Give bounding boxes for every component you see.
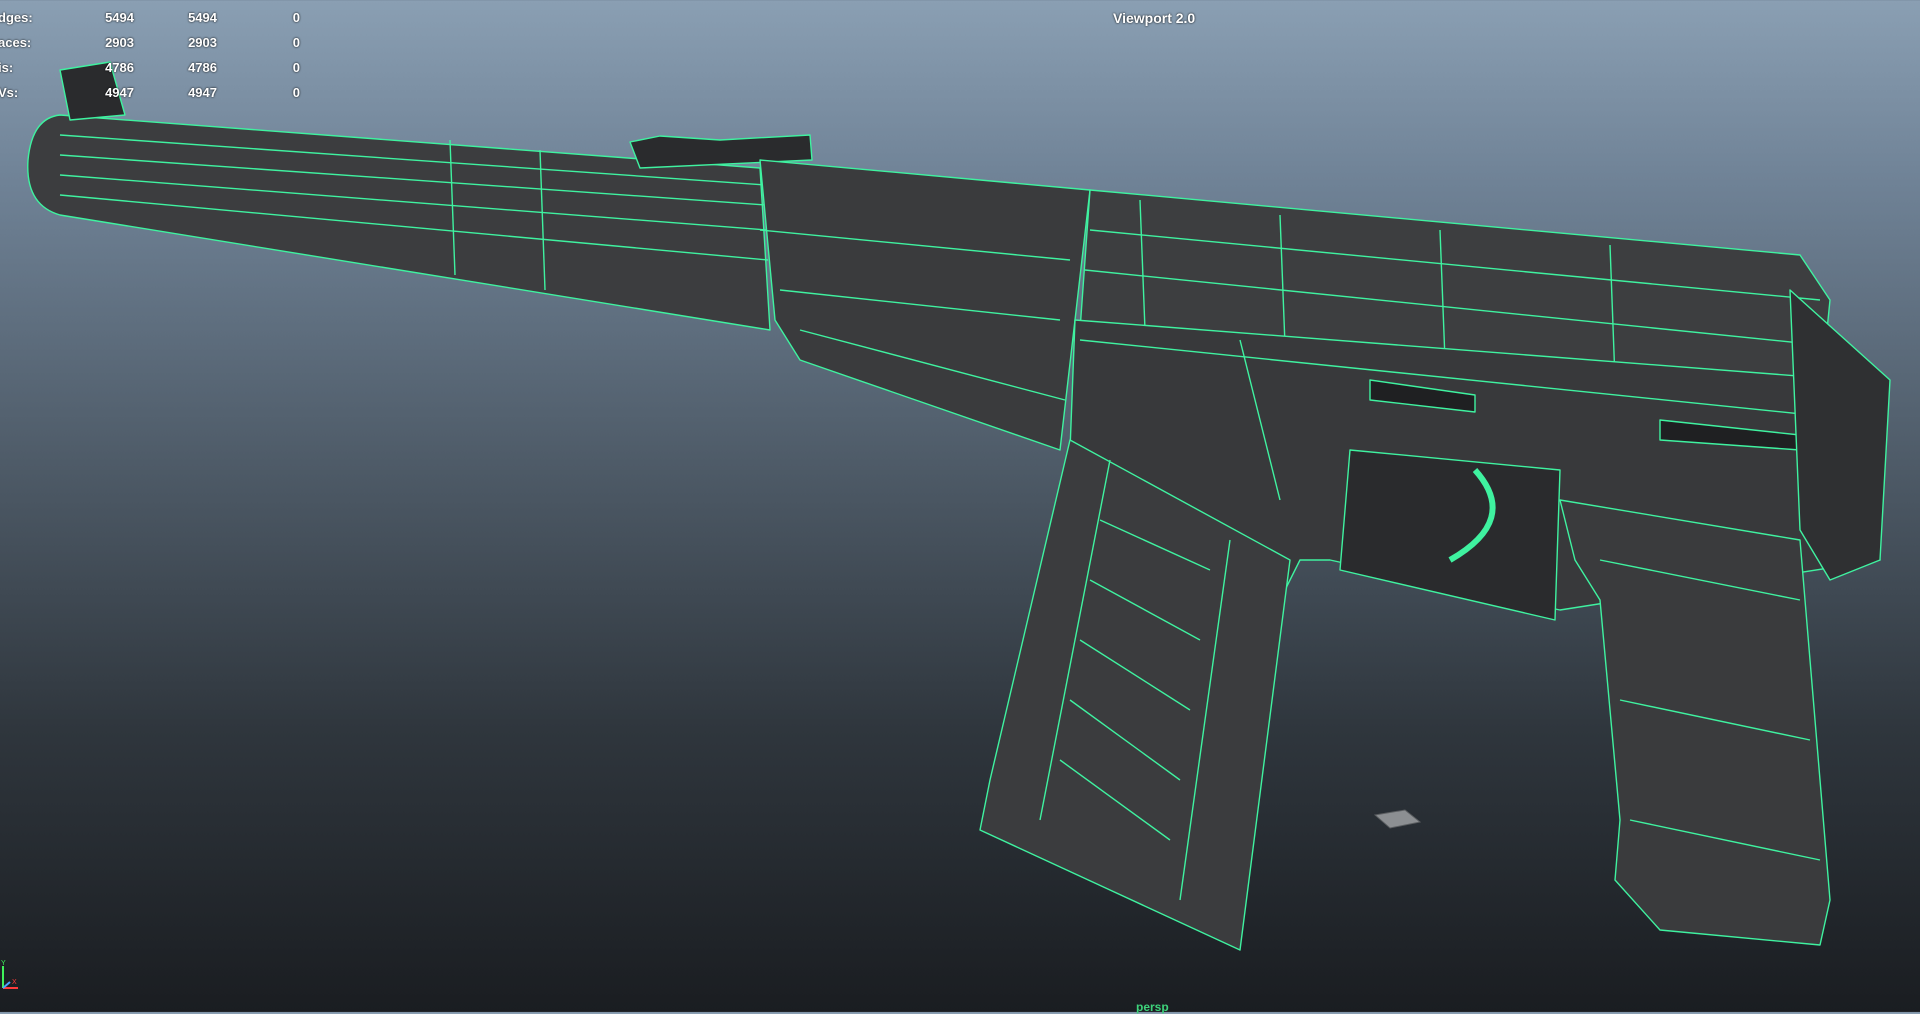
hud-value: 0 [292, 60, 300, 75]
axis-gizmo-icon: Y X [1, 960, 18, 989]
hud-label: Vs: [0, 85, 19, 100]
hud-label: is: [0, 60, 14, 75]
svg-text:X: X [12, 979, 17, 986]
hud-value: 4947 [105, 85, 134, 100]
hud-value: 2903 [188, 35, 217, 50]
hud-value: 4947 [188, 85, 217, 100]
pivot-marker-icon [1373, 809, 1422, 829]
hud-value: 5494 [188, 10, 217, 25]
hud-value: 4786 [188, 60, 217, 75]
weapon-model[interactable] [27, 61, 1891, 951]
hud-value: 2903 [105, 35, 134, 50]
viewport-renderer-label: Viewport 2.0 [1113, 10, 1196, 26]
hud-value: 0 [292, 35, 300, 50]
hud-value: 0 [292, 85, 300, 100]
hud-value: 0 [292, 10, 300, 25]
hud-label: dges: [0, 10, 33, 25]
hud-value: 4786 [105, 60, 134, 75]
hud-value: 5494 [105, 10, 134, 25]
svg-text:Y: Y [1, 960, 6, 967]
hud-label: aces: [0, 35, 32, 50]
viewport-canvas[interactable] [0, 0, 1920, 1012]
